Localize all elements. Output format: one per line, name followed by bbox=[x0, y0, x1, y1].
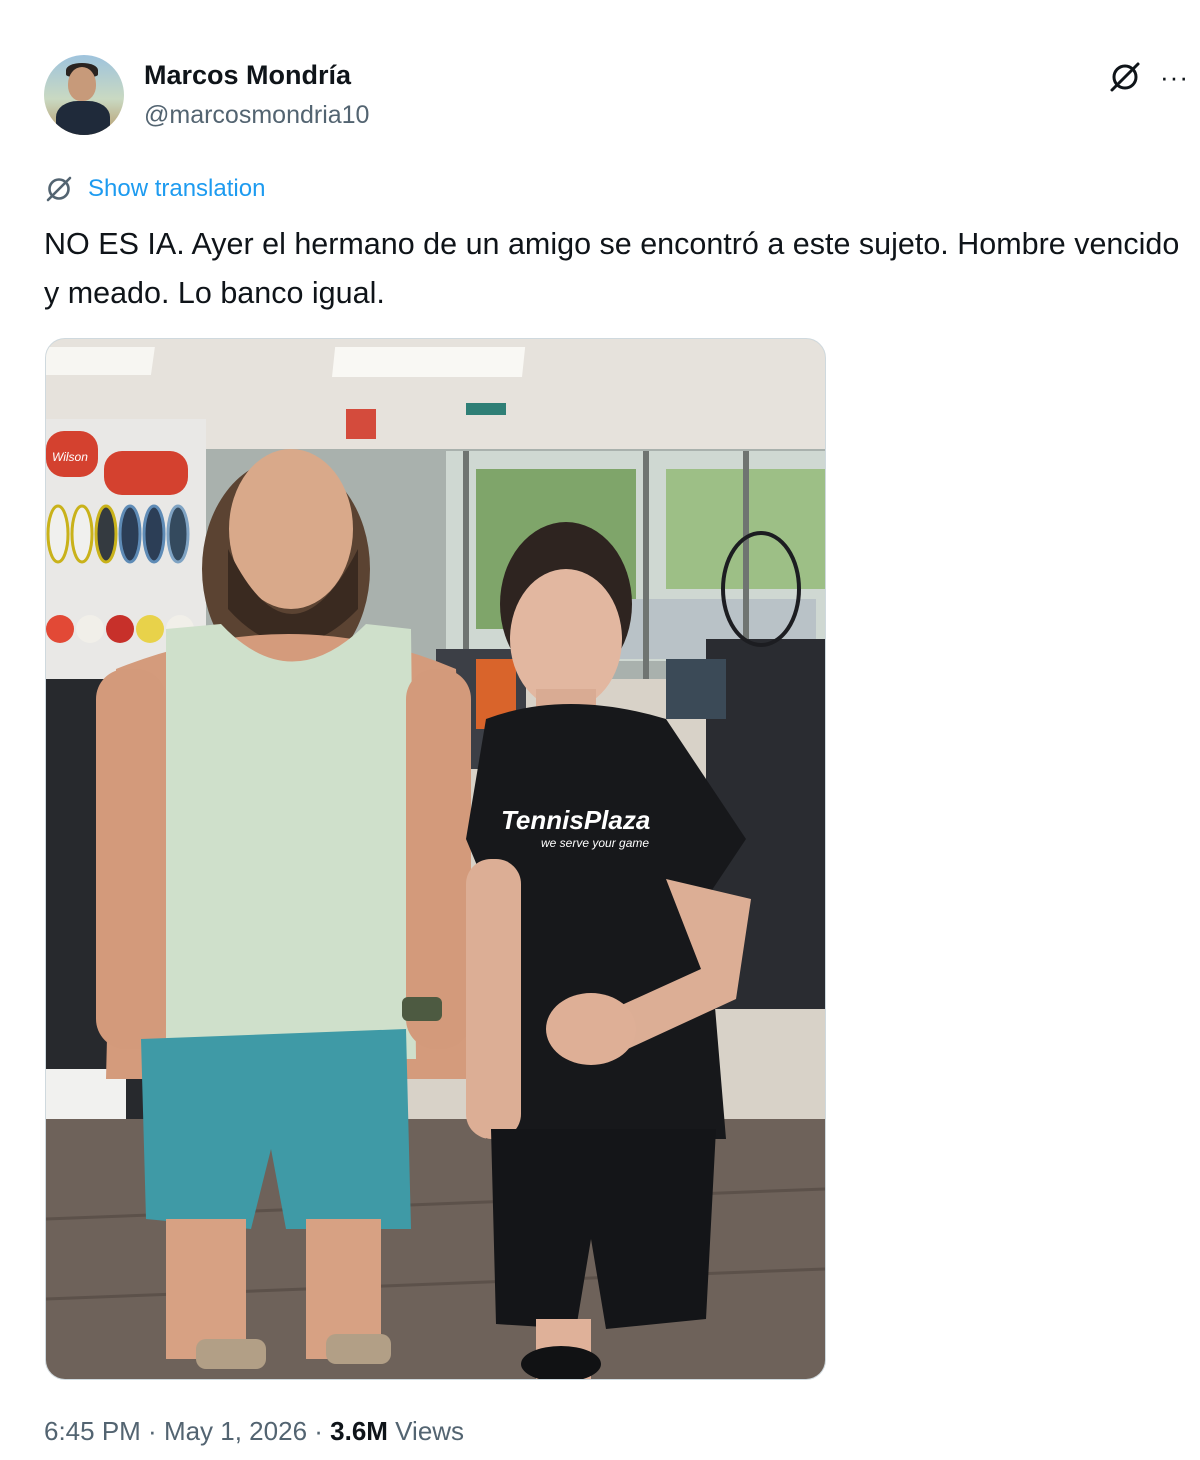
author-handle[interactable]: @marcosmondria10 bbox=[144, 101, 369, 130]
grok-icon[interactable] bbox=[1108, 60, 1142, 94]
translate-icon bbox=[46, 176, 72, 202]
tweet-text: NO ES IA. Ayer el hermano de un amigo se… bbox=[44, 227, 1180, 310]
tweet-date[interactable]: May 1, 2026 bbox=[164, 1416, 307, 1446]
photo-illustration: Wilson TennisPlaza we serve your game bbox=[46, 339, 825, 1379]
avatar-torso bbox=[56, 101, 110, 135]
tweet-photo[interactable]: Wilson TennisPlaza we serve your game bbox=[45, 338, 826, 1380]
shirt-tagline-text: we serve your game bbox=[541, 836, 649, 850]
tweet-meta: 6:45 PM · May 1, 2026 · 3.6M Views bbox=[44, 1416, 464, 1447]
more-icon[interactable]: ··· bbox=[1160, 62, 1189, 92]
tweet-card: Marcos Mondría @marcosmondria10 ··· Show… bbox=[0, 0, 1200, 1460]
shirt-logo-text: TennisPlaza bbox=[501, 805, 650, 835]
views-label: Views bbox=[387, 1416, 465, 1446]
show-translation-link[interactable]: Show translation bbox=[88, 175, 265, 203]
author-display-name[interactable]: Marcos Mondría bbox=[144, 60, 351, 91]
avatar-head bbox=[68, 67, 96, 101]
views-count: 3.6M bbox=[330, 1416, 388, 1446]
tweet-time[interactable]: 6:45 PM bbox=[44, 1416, 141, 1446]
meta-separator: · bbox=[140, 1416, 164, 1446]
translation-row[interactable]: Show translation bbox=[44, 173, 265, 205]
meta-separator: · bbox=[307, 1416, 331, 1446]
racket-bag-label: Wilson bbox=[52, 450, 88, 464]
avatar[interactable] bbox=[44, 55, 124, 135]
